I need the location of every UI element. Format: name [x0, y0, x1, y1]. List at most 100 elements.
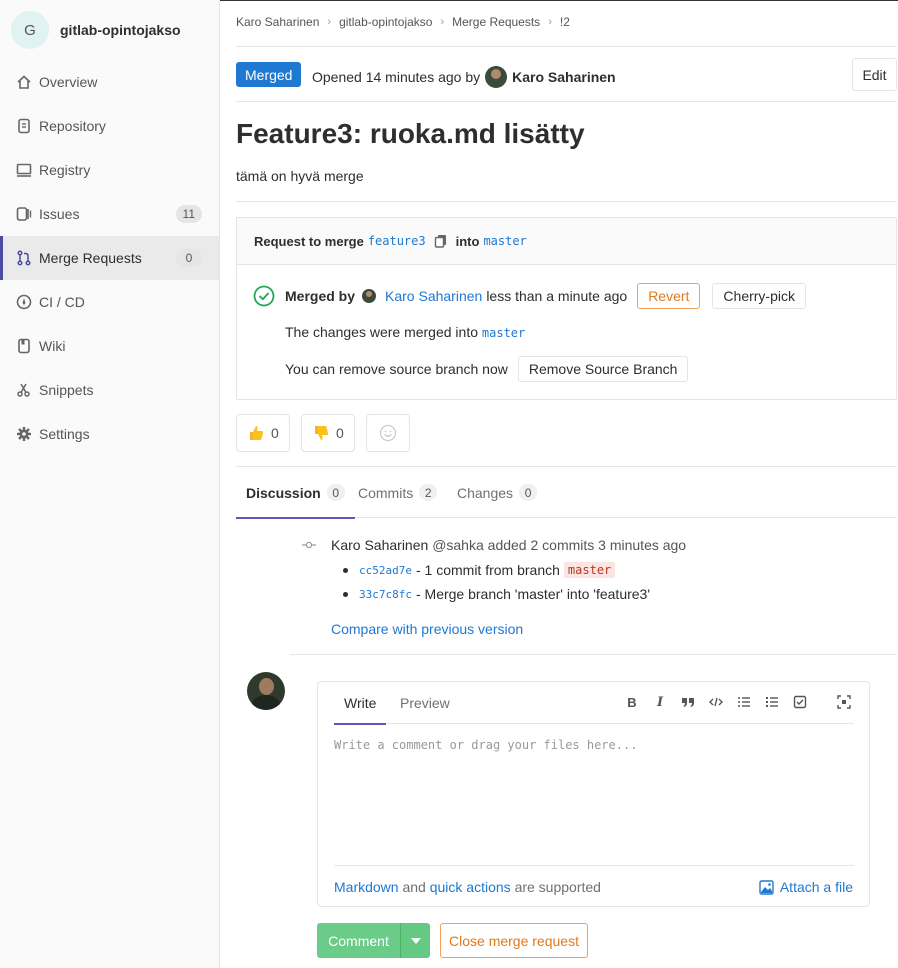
remove-branch-text: You can remove source branch now: [285, 361, 508, 377]
request-label: Request to merge: [254, 233, 364, 249]
sidebar-item-overview[interactable]: Overview: [0, 60, 219, 104]
note-action: added 2 commits 3 minutes ago: [487, 537, 687, 553]
thumbsdown-count: 0: [336, 425, 344, 441]
attach-file-button[interactable]: Attach a file: [759, 879, 853, 895]
page-title: Feature3: ruoka.md lisätty: [236, 118, 585, 149]
editor-tabs: Write Preview B I: [334, 682, 854, 725]
sidebar-item-ci-cd[interactable]: CI / CD: [0, 280, 219, 324]
tab-write[interactable]: Write: [334, 682, 387, 725]
markdown-link[interactable]: Markdown: [334, 879, 399, 895]
cherry-pick-button[interactable]: Cherry-pick: [712, 283, 806, 309]
rocket-icon: [16, 294, 32, 310]
project-header[interactable]: G gitlab-opintojakso: [0, 0, 219, 60]
chevron-right-icon: ›: [440, 16, 445, 28]
comment-input[interactable]: Write a comment or drag your files here.…: [334, 738, 637, 752]
bold-icon[interactable]: B: [624, 694, 640, 710]
add-reaction-button[interactable]: [366, 414, 410, 452]
sidebar-item-merge-requests[interactable]: Merge Requests 0: [0, 236, 219, 280]
smiley-icon: [379, 424, 397, 442]
thumbsup-award-button[interactable]: 0: [236, 414, 290, 452]
bullet-list-icon[interactable]: [736, 694, 752, 710]
sidebar-item-label: Snippets: [39, 382, 94, 398]
target-branch[interactable]: master: [483, 234, 526, 248]
tab-discussion[interactable]: Discussion 0: [236, 467, 355, 519]
into-label: into: [455, 233, 480, 249]
code-icon[interactable]: [708, 694, 724, 710]
tab-label: Discussion: [246, 484, 321, 501]
commit-text: - 1 commit from branch: [415, 562, 560, 578]
breadcrumb-user[interactable]: Karo Saharinen: [236, 15, 319, 29]
image-icon: [759, 879, 774, 895]
sidebar-item-registry[interactable]: Registry: [0, 148, 219, 192]
project-sidebar: G gitlab-opintojakso Overview Repository…: [0, 0, 220, 968]
sidebar-item-label: Wiki: [39, 338, 66, 354]
breadcrumb-project[interactable]: gitlab-opintojakso: [339, 15, 432, 29]
copy-icon[interactable]: [434, 234, 448, 248]
merge-widget-header: Request to merge feature3 into master: [237, 218, 896, 265]
tab-label: Changes: [457, 484, 514, 501]
breadcrumb-mr-id[interactable]: !2: [560, 15, 570, 29]
comment-editor: Write Preview B I Write a comment or dra…: [317, 681, 870, 907]
opened-info: Opened 14 minutes ago by Karo Saharinen: [312, 66, 616, 88]
revert-button[interactable]: Revert: [637, 283, 701, 309]
sidebar-item-wiki[interactable]: Wiki: [0, 324, 219, 368]
source-branch[interactable]: feature3: [368, 234, 426, 248]
italic-icon[interactable]: I: [652, 694, 668, 710]
commit-list: cc52ad7e - 1 commit from branch master 3…: [342, 558, 650, 606]
sidebar-item-label: Registry: [39, 162, 91, 178]
changes-target-branch[interactable]: master: [482, 326, 525, 340]
edit-button[interactable]: Edit: [852, 58, 897, 91]
tab-count: 0: [326, 484, 345, 501]
tab-preview[interactable]: Preview: [400, 682, 450, 724]
thumbsdown-icon: [315, 426, 329, 440]
fullscreen-icon[interactable]: [836, 694, 852, 710]
chevron-right-icon: ›: [548, 16, 552, 28]
chevron-right-icon: ›: [327, 16, 332, 28]
close-merge-request-button[interactable]: Close merge request: [440, 923, 588, 958]
home-icon: [16, 74, 32, 90]
project-avatar: G: [11, 11, 49, 49]
remove-source-branch-button[interactable]: Remove Source Branch: [517, 356, 689, 382]
commit-icon: [302, 541, 316, 549]
breadcrumb-merge-requests[interactable]: Merge Requests: [452, 15, 540, 29]
avatar[interactable]: [362, 289, 377, 303]
note-username[interactable]: @sahka: [432, 537, 484, 553]
tab-count: 0: [519, 484, 538, 501]
caret-down-icon: [410, 937, 421, 944]
divider: [290, 654, 896, 655]
sidebar-item-label: Merge Requests: [39, 250, 142, 266]
sidebar-item-issues[interactable]: Issues 11: [0, 192, 219, 236]
quote-icon[interactable]: [680, 694, 696, 710]
tab-commits[interactable]: Commits 2: [358, 467, 438, 518]
gear-icon: [16, 426, 32, 442]
tab-changes[interactable]: Changes 0: [457, 467, 538, 518]
comment-button[interactable]: Comment: [317, 923, 400, 958]
top-border: [220, 0, 898, 1]
merged-when: less than a minute ago: [486, 288, 628, 304]
commit-sha[interactable]: 33c7c8fc: [359, 588, 412, 601]
sidebar-item-repository[interactable]: Repository: [0, 104, 219, 148]
compare-link[interactable]: Compare with previous version: [331, 621, 523, 637]
task-list-icon[interactable]: [792, 694, 808, 710]
divider: [236, 101, 896, 102]
issues-icon: [16, 206, 32, 222]
sidebar-item-snippets[interactable]: Snippets: [0, 368, 219, 412]
breadcrumb: Karo Saharinen › gitlab-opintojakso › Me…: [236, 15, 570, 29]
sidebar-item-settings[interactable]: Settings: [0, 412, 219, 456]
commit-text: - Merge branch 'master' into 'feature3': [415, 586, 651, 602]
quick-actions-link[interactable]: quick actions: [430, 879, 511, 895]
divider: [236, 201, 896, 202]
numbered-list-icon[interactable]: [764, 694, 780, 710]
author-name[interactable]: Karo Saharinen: [512, 69, 615, 85]
commit-sha[interactable]: cc52ad7e: [359, 564, 412, 577]
project-name[interactable]: gitlab-opintojakso: [60, 22, 181, 38]
and-text: and: [402, 879, 426, 895]
thumbsdown-award-button[interactable]: 0: [301, 414, 355, 452]
avatar[interactable]: [247, 672, 285, 710]
avatar[interactable]: [485, 66, 508, 88]
tab-label: Commits: [358, 484, 414, 501]
doc-icon: [16, 118, 32, 134]
merged-by-user[interactable]: Karo Saharinen: [385, 288, 482, 304]
comment-dropdown-toggle[interactable]: [400, 923, 430, 958]
note-author[interactable]: Karo Saharinen: [331, 537, 428, 553]
